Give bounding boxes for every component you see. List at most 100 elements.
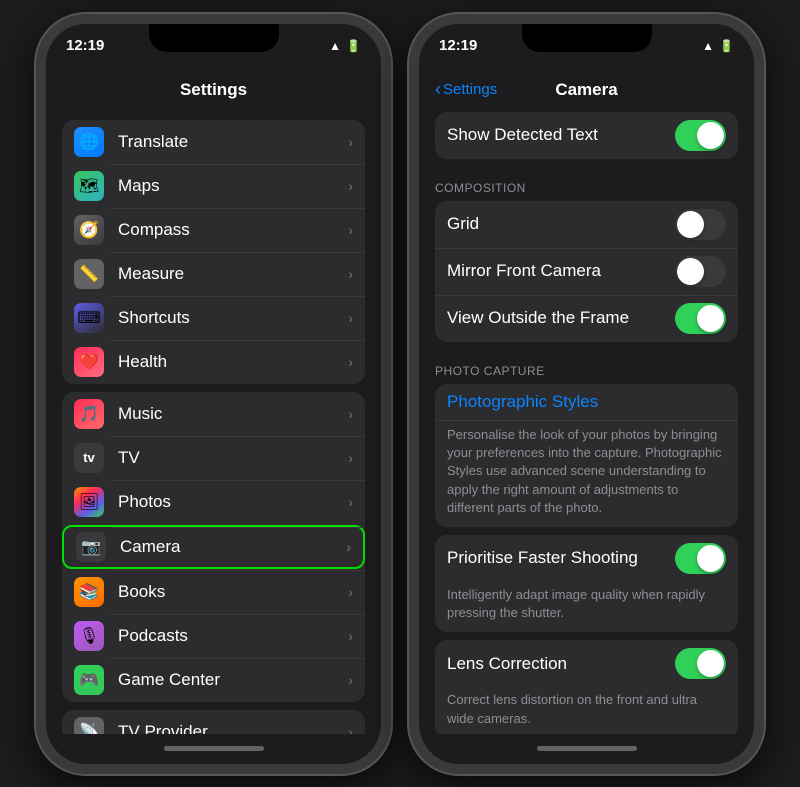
chevron-translate: › (348, 134, 353, 150)
settings-list: 🌐 Translate › 🗺 Maps › 🧭 Compass › 📏 Mea… (46, 112, 381, 734)
view-outside-frame-label: View Outside the Frame (447, 308, 675, 328)
nav-bar: Settings (46, 68, 381, 112)
list-item-photos[interactable]: 🖼 Photos › (62, 480, 365, 524)
music-icon: 🎵 (74, 399, 104, 429)
tvprovider-icon: 📡 (74, 717, 104, 734)
mirror-front-camera-label: Mirror Front Camera (447, 261, 675, 281)
podcasts-label: Podcasts (118, 626, 348, 646)
mirror-front-camera-row: Mirror Front Camera (435, 248, 738, 295)
phone-settings: 12:19 ▲ 🔋 Settings 🌐 Translate › 🗺 Maps … (36, 14, 391, 774)
wifi-icon: ▲ (329, 39, 341, 53)
lens-correction-label: Lens Correction (447, 654, 675, 674)
camera-label: Camera (120, 537, 346, 557)
photographic-description: Personalise the look of your photos by b… (447, 426, 726, 517)
photographic-styles-link[interactable]: Photographic Styles (447, 392, 726, 412)
grid-toggle[interactable] (675, 209, 726, 240)
section-lens: Lens Correction Correct lens distortion … (435, 640, 738, 733)
photo-capture-header: PHOTO CAPTURE (419, 350, 754, 384)
mirror-front-camera-toggle[interactable] (675, 256, 726, 287)
status-icons-2: ▲ 🔋 (702, 39, 734, 53)
camera-icon: 📷 (76, 532, 106, 562)
chevron-music: › (348, 406, 353, 422)
nav-back-label: Settings (443, 81, 497, 98)
home-bar-2 (537, 746, 637, 751)
books-label: Books (118, 582, 348, 602)
list-item-shortcuts[interactable]: ⌨ Shortcuts › (62, 296, 365, 340)
chevron-gamecenter: › (348, 672, 353, 688)
home-indicator (46, 734, 381, 764)
list-item-tv[interactable]: tv TV › (62, 436, 365, 480)
section-prioritise: Prioritise Faster Shooting Intelligently… (435, 535, 738, 632)
chevron-podcasts: › (348, 628, 353, 644)
list-item-tvprovider[interactable]: 📡 TV Provider › (62, 710, 365, 734)
list-item-maps[interactable]: 🗺 Maps › (62, 164, 365, 208)
health-label: Health (118, 352, 348, 372)
compass-label: Compass (118, 220, 348, 240)
chevron-shortcuts: › (348, 310, 353, 326)
compass-icon: 🧭 (74, 215, 104, 245)
list-item-measure[interactable]: 📏 Measure › (62, 252, 365, 296)
chevron-measure: › (348, 266, 353, 282)
wifi-icon-2: ▲ (702, 39, 714, 53)
home-indicator-2 (419, 734, 754, 764)
view-outside-frame-toggle[interactable] (675, 303, 726, 334)
nav-back-button[interactable]: ‹ Settings (435, 79, 497, 100)
list-item-camera[interactable]: 📷 Camera › (62, 525, 365, 569)
settings-scroll[interactable]: 🌐 Translate › 🗺 Maps › 🧭 Compass › 📏 Mea… (46, 112, 381, 734)
list-item-books[interactable]: 📚 Books › (62, 570, 365, 614)
battery-icon: 🔋 (346, 39, 361, 53)
list-item-health[interactable]: ❤️ Health › (62, 340, 365, 384)
show-detected-text-row: Show Detected Text (435, 112, 738, 159)
battery-icon-2: 🔋 (719, 39, 734, 53)
list-item-compass[interactable]: 🧭 Compass › (62, 208, 365, 252)
prioritise-faster-label: Prioritise Faster Shooting (447, 548, 675, 568)
photographic-styles-row[interactable]: Photographic Styles (435, 384, 738, 420)
chevron-tv: › (348, 450, 353, 466)
shortcuts-icon: ⌨ (74, 303, 104, 333)
translate-icon: 🌐 (74, 127, 104, 157)
measure-label: Measure (118, 264, 348, 284)
maps-label: Maps (118, 176, 348, 196)
notch (149, 24, 279, 52)
grid-label: Grid (447, 214, 675, 234)
tv-icon: tv (74, 443, 104, 473)
status-icons: ▲ 🔋 (329, 39, 361, 53)
books-icon: 📚 (74, 577, 104, 607)
lens-desc: Correct lens distortion on the front and… (435, 687, 738, 733)
tvprovider-label: TV Provider (118, 722, 348, 734)
chevron-camera: › (346, 539, 351, 555)
show-detected-text-toggle[interactable] (675, 120, 726, 151)
nav-bar-2: ‹ Settings Camera (419, 68, 754, 112)
phone-camera: 12:19 ▲ 🔋 ‹ Settings Camera Show Detecte… (409, 14, 764, 774)
prioritise-faster-toggle[interactable] (675, 543, 726, 574)
measure-icon: 📏 (74, 259, 104, 289)
gamecenter-icon: 🎮 (74, 665, 104, 695)
music-label: Music (118, 404, 348, 424)
camera-settings-scroll[interactable]: Show Detected Text COMPOSITION Grid Mirr… (419, 112, 754, 734)
status-time-2: 12:19 (439, 37, 477, 54)
chevron-maps: › (348, 178, 353, 194)
translate-label: Translate (118, 132, 348, 152)
photos-icon: 🖼 (74, 487, 104, 517)
status-time: 12:19 (66, 37, 104, 54)
list-item-translate[interactable]: 🌐 Translate › (62, 120, 365, 164)
photographic-desc: Personalise the look of your photos by b… (435, 420, 738, 527)
back-chevron-icon: ‹ (435, 79, 441, 100)
grid-row: Grid (435, 201, 738, 248)
list-item-gamecenter[interactable]: 🎮 Game Center › (62, 658, 365, 702)
lens-correction-toggle[interactable] (675, 648, 726, 679)
view-outside-frame-row: View Outside the Frame (435, 295, 738, 342)
home-bar (164, 746, 264, 751)
list-item-podcasts[interactable]: 🎙 Podcasts › (62, 614, 365, 658)
list-item-music[interactable]: 🎵 Music › (62, 392, 365, 436)
nav-title-2: Camera (555, 80, 617, 100)
prioritise-desc: Intelligently adapt image quality when r… (435, 582, 738, 632)
podcasts-icon: 🎙 (74, 621, 104, 651)
shortcuts-label: Shortcuts (118, 308, 348, 328)
notch-2 (522, 24, 652, 52)
chevron-tvprovider: › (348, 724, 353, 734)
section-apps-2: 🎵 Music › tv TV › 🖼 Photos › 📷 Camera (62, 392, 365, 702)
chevron-health: › (348, 354, 353, 370)
section-photo-capture: Photographic Styles Personalise the look… (435, 384, 738, 527)
section-tvprovider: 📡 TV Provider › (62, 710, 365, 734)
